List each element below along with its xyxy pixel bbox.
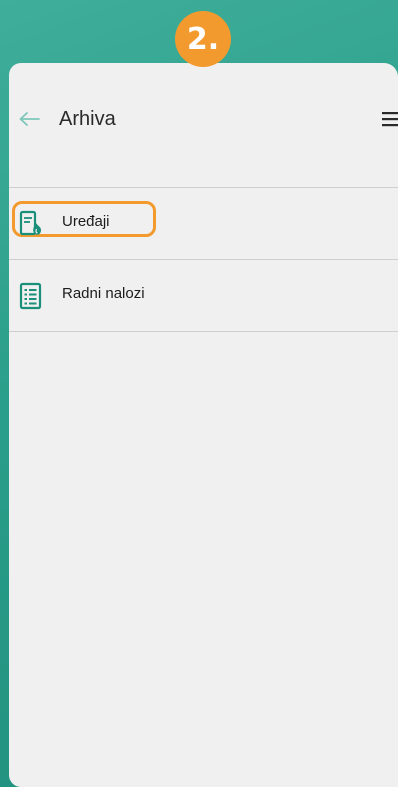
menu-item-radni-nalozi[interactable]: Radni nalozi (9, 260, 398, 331)
app-header: Arhiva (9, 63, 398, 188)
phone-screen: Arhiva Uređaji Radni nalozi (9, 63, 398, 787)
menu-item-uredaji[interactable]: Uređaji (9, 188, 398, 259)
hamburger-menu-icon (382, 112, 398, 127)
page-title: Arhiva (59, 108, 116, 130)
step-number-badge: 2. (175, 11, 231, 67)
device-document-icon (19, 210, 41, 236)
menu-button[interactable] (378, 107, 398, 131)
menu-item-label: Radni nalozi (62, 285, 145, 302)
back-button[interactable] (17, 107, 41, 131)
menu-item-label: Uređaji (62, 213, 110, 230)
arrow-left-icon (19, 112, 40, 126)
work-order-list-icon (19, 282, 42, 310)
divider (9, 331, 398, 332)
